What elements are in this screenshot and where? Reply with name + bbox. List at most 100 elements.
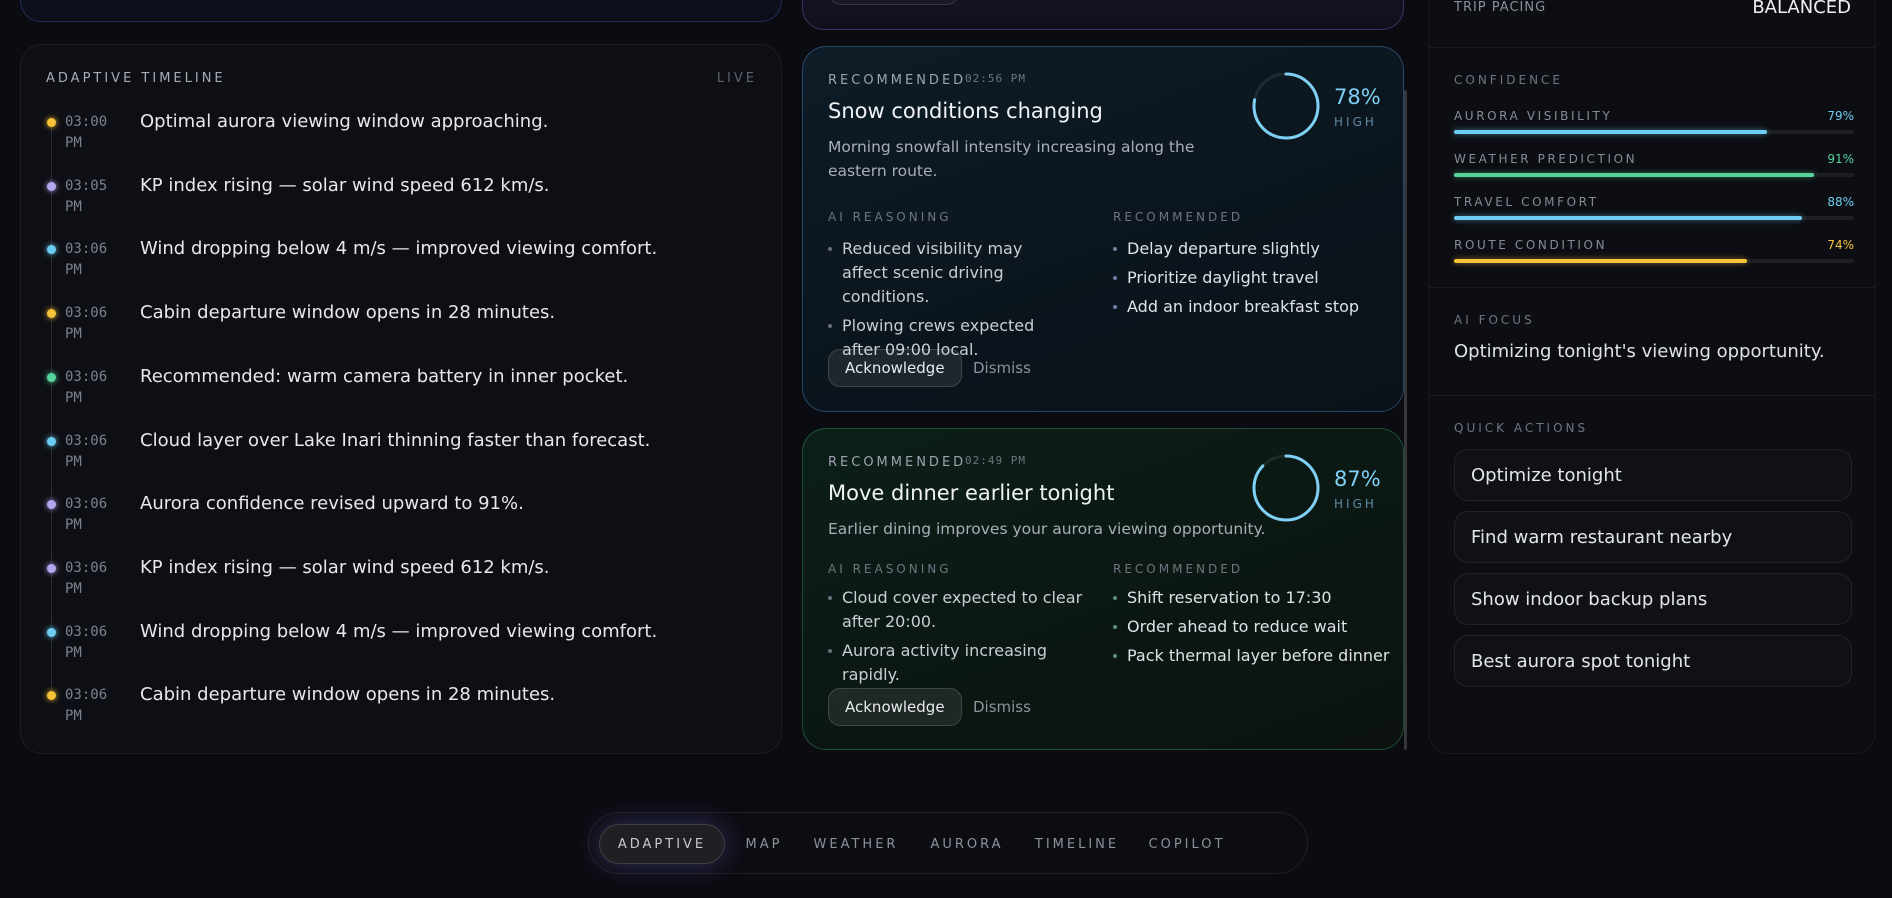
timeline-dot	[47, 181, 56, 191]
timeline-dot	[47, 372, 56, 382]
card-time: 02:56 PM	[965, 72, 1026, 85]
timeline-text: Cabin departure window opens in 28 minut…	[140, 684, 556, 706]
confidence-fill	[1454, 259, 1748, 263]
confidence-fill	[1454, 130, 1767, 134]
nav-tab-map[interactable]: MAP	[737, 824, 791, 864]
timeline-item: 03:06 PM Cabin departure window opens in …	[21, 298, 781, 358]
quick-actions-title: QUICK ACTIONS	[1454, 421, 1589, 435]
timeline-item: 03:05 PM KP index rising — solar wind spe…	[21, 171, 781, 231]
acknowledge-button[interactable]: Acknowledge	[828, 349, 962, 387]
nav-tab-adaptive[interactable]: ADAPTIVE	[599, 824, 725, 864]
nav-tab-timeline[interactable]: TIMELINE	[1023, 824, 1131, 864]
confidence-label: AURORA VISIBILITY	[1454, 109, 1613, 123]
confidence-track	[1454, 216, 1854, 220]
confidence-percent: 78%	[1334, 85, 1381, 109]
adaptive-timeline-panel: ADAPTIVE TIMELINE LIVE 03:00 PM Optimal a…	[20, 44, 782, 754]
recommendation-card-dinner: RECOMMENDED 02:49 PM Move dinner earlier…	[802, 428, 1404, 750]
recommended-item: Prioritize daylight travel	[1113, 266, 1393, 290]
timeline-text: Aurora confidence revised upward to 91%.	[140, 493, 524, 515]
acknowledge-button[interactable]: Acknowledge	[828, 688, 962, 726]
nav-tab-copilot[interactable]: COPILOT	[1137, 824, 1237, 864]
confidence-item: AURORA VISIBILITY 79%	[1454, 109, 1854, 149]
timeline-text: Recommended: warm camera battery in inne…	[140, 365, 629, 387]
recommended-item: Order ahead to reduce wait	[1113, 615, 1398, 639]
timeline-time: 03:06 PM	[65, 368, 108, 406]
timeline-text: Wind dropping below 4 m/s — improved vie…	[140, 238, 658, 260]
timeline-text: KP index rising — solar wind speed 612 k…	[140, 174, 550, 196]
timeline-item: 03:06 PM Cabin departure window opens in …	[21, 680, 781, 740]
confidence-item: WEATHER PREDICTION 91%	[1454, 152, 1854, 192]
confidence-level: HIGH	[1334, 497, 1377, 511]
confidence-ring	[1252, 454, 1320, 522]
timeline-text: Cabin departure window opens in 28 minut…	[140, 302, 556, 324]
bottom-navigation: ADAPTIVE MAP WEATHER AURORA TIMELINE COPILOT	[588, 812, 1308, 874]
timeline-item: 03:06 PM Recommended: warm camera battery…	[21, 362, 781, 422]
top-card-button-stub[interactable]	[829, 0, 959, 5]
timeline-time: 03:06 PM	[65, 432, 108, 470]
timeline-item: 03:06 PM Wind dropping below 4 m/s — impr…	[21, 234, 781, 294]
timeline-item: 03:06 PM Wind dropping below 4 m/s — impr…	[21, 617, 781, 677]
confidence-value: 91%	[1827, 152, 1854, 166]
quick-action-button[interactable]: Show indoor backup plans	[1454, 573, 1852, 625]
cards-scrollbar[interactable]	[1404, 90, 1407, 750]
reasoning-list: Cloud cover expected to clear after 20:0…	[828, 586, 1103, 692]
recommended-heading: RECOMMENDED	[1113, 562, 1244, 576]
timeline-dot	[47, 245, 56, 255]
recommended-item: Pack thermal layer before dinner	[1113, 644, 1398, 668]
reasoning-item: Aurora activity increasing rapidly.	[828, 639, 1103, 687]
confidence-value: 88%	[1827, 195, 1854, 209]
reasoning-list: Reduced visibility may affect scenic dri…	[828, 237, 1068, 367]
recommended-heading: RECOMMENDED	[1113, 210, 1244, 224]
live-badge: LIVE	[716, 71, 757, 86]
reasoning-item: Reduced visibility may affect scenic dri…	[828, 237, 1068, 309]
confidence-level: HIGH	[1334, 115, 1377, 129]
timeline-dot	[47, 563, 56, 573]
dismiss-button[interactable]: Dismiss	[973, 349, 1031, 387]
timeline-item: 03:00 PM Optimal aurora viewing window ap…	[21, 107, 781, 167]
timeline-time: 03:06 PM	[65, 241, 108, 279]
timeline-dot	[47, 627, 56, 637]
timeline-item: 03:06 PM Cloud layer over Lake Inari thin…	[21, 426, 781, 486]
confidence-value: 79%	[1827, 109, 1854, 123]
ai-reasoning-heading: AI REASONING	[828, 562, 952, 576]
dismiss-button[interactable]: Dismiss	[973, 688, 1031, 726]
insights-sidebar: TRIP PACING BALANCED CONFIDENCE AURORA V…	[1428, 0, 1876, 754]
timeline-text: Optimal aurora viewing window approachin…	[140, 111, 549, 132]
timeline-time: 03:06 PM	[65, 559, 108, 597]
divider	[1429, 47, 1875, 48]
timeline-title: ADAPTIVE TIMELINE	[46, 71, 226, 86]
nav-tab-weather[interactable]: WEATHER	[803, 824, 909, 864]
card-time: 02:49 PM	[965, 454, 1026, 467]
card-label: RECOMMENDED	[828, 73, 967, 88]
confidence-track	[1454, 173, 1854, 177]
divider	[1429, 287, 1875, 288]
timeline-time: 03:06 PM	[65, 496, 108, 534]
timeline-item: 03:06 PM KP index rising — solar wind spe…	[21, 553, 781, 613]
timeline-text: Cloud layer over Lake Inari thinning fas…	[140, 429, 651, 451]
confidence-track	[1454, 259, 1854, 263]
quick-action-button[interactable]: Best aurora spot tonight	[1454, 635, 1852, 687]
ai-focus-text: Optimizing tonight's viewing opportunity…	[1454, 341, 1825, 362]
confidence-percent: 87%	[1334, 467, 1381, 491]
confidence-label: TRAVEL COMFORT	[1454, 195, 1599, 209]
confidence-ring	[1252, 72, 1320, 140]
confidence-fill	[1454, 173, 1815, 177]
confidence-title: CONFIDENCE	[1454, 73, 1564, 87]
timeline-dot	[47, 436, 56, 446]
card-description: Earlier dining improves your aurora view…	[828, 520, 1266, 538]
recommended-item: Add an indoor breakfast stop	[1113, 295, 1393, 319]
quick-action-button[interactable]: Find warm restaurant nearby	[1454, 511, 1852, 563]
divider	[1429, 395, 1875, 396]
timeline-time: 03:00 PM	[65, 114, 108, 151]
quick-action-button[interactable]: Optimize tonight	[1454, 449, 1852, 501]
timeline-dot	[47, 118, 56, 127]
nav-tab-aurora[interactable]: AURORA	[919, 824, 1015, 864]
top-card-stub	[802, 0, 1404, 30]
confidence-label: WEATHER PREDICTION	[1454, 152, 1638, 166]
confidence-label: ROUTE CONDITION	[1454, 238, 1608, 252]
card-title: Move dinner earlier tonight	[828, 481, 1115, 505]
timeline-text: Wind dropping below 4 m/s — improved vie…	[140, 620, 658, 642]
card-title: Snow conditions changing	[828, 99, 1103, 123]
timeline-time: 03:06 PM	[65, 305, 108, 343]
trip-pacing-value: BALANCED	[1752, 0, 1851, 18]
